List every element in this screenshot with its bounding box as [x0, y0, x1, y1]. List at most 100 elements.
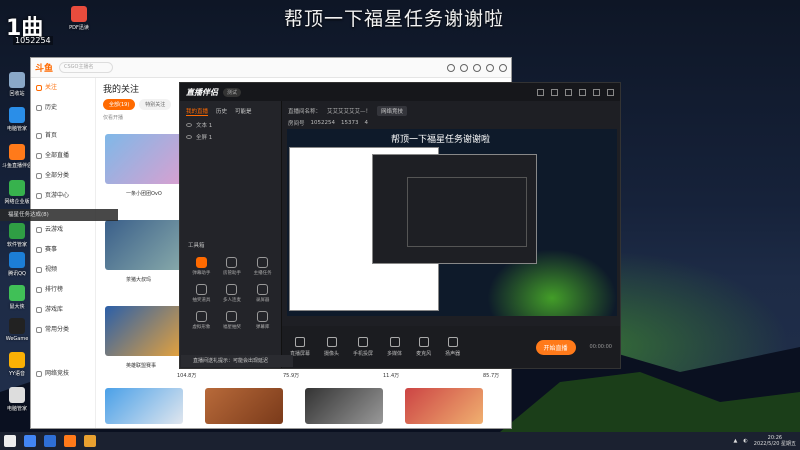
desktop-icon-wegame[interactable]: WeGame [0, 318, 34, 342]
app-icon [9, 285, 25, 301]
menu-icon[interactable] [565, 88, 572, 96]
sidebar-item-webgames[interactable]: 页游中心 [31, 186, 95, 206]
tab-other[interactable]: 可能是 [235, 107, 252, 116]
camera-icon [326, 337, 337, 347]
douyu-icon[interactable] [64, 435, 76, 447]
sidebar-item-home[interactable]: 首页 [31, 126, 95, 146]
live-titlebar: 直播伴侣 测试 [180, 83, 620, 101]
toolbox-title: 工具箱 [188, 243, 205, 249]
camera-button[interactable]: 摄像头 [324, 337, 339, 357]
tool-task[interactable]: 主播任务 [247, 257, 278, 276]
stream-title[interactable]: 艾艾艾艾艾艾—！ [327, 107, 371, 115]
microphone-button[interactable]: 麦克风 [416, 337, 431, 357]
stream-caption[interactable]: 英雄联盟赛事 [126, 362, 156, 369]
desktop-icon-pcmgr2[interactable]: 电脑管家 [0, 387, 34, 412]
start-live-button[interactable]: 开始直播 [535, 339, 576, 355]
minimize-icon[interactable] [579, 88, 586, 96]
stream-thumbnail[interactable] [305, 388, 383, 424]
maximize-icon[interactable] [593, 88, 600, 96]
browser-header: 斗鱼 CSGO主播名 [31, 58, 511, 78]
stream-thumbnail[interactable] [105, 220, 183, 270]
sidebar-item-categories[interactable]: 全部分类 [31, 166, 95, 186]
settings-icon[interactable] [499, 63, 507, 72]
desktop-icon-pdf[interactable]: PDF迅读 [62, 6, 96, 31]
tool-danmu-lib[interactable]: 弹幕库 [247, 311, 278, 330]
download-icon[interactable] [460, 63, 468, 72]
live-companion-window[interactable]: 直播伴侣 测试 我的直播 历史 可能是 文本 1 全屏 1 工具箱 弹幕助手 房… [179, 82, 621, 369]
message-icon[interactable] [473, 63, 481, 72]
media-button[interactable]: 多媒体 [387, 337, 402, 357]
sidebar-item-events[interactable]: 赛事 [31, 240, 95, 260]
windows-taskbar: ▲ ◐ 20:26 2022/5/20 星期五 [0, 432, 800, 450]
desktop-icon-pcmgr[interactable]: 电脑管家 [0, 107, 34, 132]
stream-thumbnail[interactable] [405, 388, 483, 424]
app-icon [9, 223, 25, 239]
stream-caption[interactable]: 一条小团团OvO [126, 190, 162, 197]
sidebar-item-follow[interactable]: 关注 [31, 78, 95, 98]
tool-danmu[interactable]: 弹幕助手 [186, 257, 217, 276]
douyu-logo[interactable]: 斗鱼 [35, 61, 53, 74]
notice-bar[interactable]: 直播间送礼提示：可能会出现延迟 [181, 355, 293, 367]
sidebar-item-history[interactable]: 历史 [31, 98, 95, 118]
cloud-icon [36, 227, 42, 233]
tool-admin[interactable]: 房管助手 [217, 257, 248, 276]
sidebar-esports[interactable]: 网络竞技 [31, 364, 95, 384]
tab-all[interactable]: 全部(19) [103, 99, 136, 110]
screen-capture-button[interactable]: 直播屏幕 [290, 337, 310, 357]
history-icon[interactable] [447, 63, 455, 72]
user-icon [226, 257, 238, 268]
app-logo: 直播伴侣 [186, 87, 218, 97]
browser-icon[interactable] [24, 435, 36, 447]
volume-icon[interactable]: ◐ [743, 438, 747, 444]
sidebar-item-all-live[interactable]: 全部直播 [31, 146, 95, 166]
stream-thumbnail[interactable] [205, 388, 283, 424]
grid-icon [36, 173, 42, 179]
tab-special[interactable]: 特别关注 [139, 99, 172, 110]
room-label: 房间号 [288, 121, 305, 127]
pdf-icon [71, 6, 87, 22]
network-icon[interactable]: ▲ [734, 438, 738, 444]
tool-recorder[interactable]: 录屏器 [247, 284, 278, 303]
eye-icon[interactable] [186, 135, 192, 139]
stream-caption[interactable]: 茶猪大叔玛 [126, 276, 151, 283]
sidebar-item-rank[interactable]: 排行榜 [31, 280, 95, 300]
category-pill[interactable]: 网络竞技 [377, 106, 408, 116]
avatar[interactable] [486, 63, 494, 72]
search-input[interactable]: CSGO主播名 [59, 62, 114, 73]
desktop-icon-qq[interactable]: 腾讯QQ [0, 252, 34, 277]
live-companion-icon[interactable] [84, 435, 96, 447]
desktop-icon-net[interactable]: 网络企业版 [0, 180, 34, 205]
tab-my-live[interactable]: 我的直播 [186, 107, 209, 116]
windows-start-icon[interactable] [4, 435, 16, 447]
desktop-icon-mouse[interactable]: 鼠大侠 [0, 285, 34, 310]
floating-task-bar[interactable]: 福星任务达成(8) [0, 209, 118, 221]
close-icon[interactable] [607, 88, 614, 96]
stream-thumbnail[interactable] [105, 388, 183, 424]
desktop-icon-douyu[interactable]: 斗鱼直播伴侣 [0, 144, 34, 169]
stream-thumbnail[interactable] [105, 134, 183, 184]
mail-icon[interactable] [551, 88, 558, 96]
desktop-icon-soft[interactable]: 软件管家 [0, 223, 34, 248]
taskbar-app-icon[interactable] [44, 435, 56, 447]
stream-overlay-title: 帮顶一下福星任务谢谢啦 [284, 8, 505, 30]
tool-multi-mic[interactable]: 多人连麦 [217, 284, 248, 303]
speaker-button[interactable]: 扬声器 [445, 337, 460, 357]
desktop-icon-recycle[interactable]: 回收站 [0, 72, 34, 97]
phone-cast-button[interactable]: 手机投屏 [353, 337, 373, 357]
sidebar-common-categories[interactable]: 常用分类 [31, 320, 95, 340]
room-number: 1052254 [310, 120, 336, 126]
clock[interactable]: 20:26 2022/5/20 星期五 [754, 435, 796, 447]
desktop-icon-yy[interactable]: YY语音 [0, 352, 34, 377]
tool-lottery[interactable]: 抽奖道具 [186, 284, 217, 303]
source-item[interactable]: 全屏 1 [180, 131, 281, 143]
gift-icon[interactable] [537, 88, 544, 96]
stream-thumbnail[interactable] [105, 306, 183, 356]
sidebar-item-video[interactable]: 视频 [31, 260, 95, 280]
sidebar-item-gamelib[interactable]: 游戏库 [31, 300, 95, 320]
tool-avatar[interactable]: 虚拟形象 [186, 311, 217, 330]
eye-icon[interactable] [186, 123, 192, 127]
tool-fuxing[interactable]: 福星抽奖 [217, 311, 248, 330]
source-item[interactable]: 文本 1 [180, 119, 281, 131]
tab-history[interactable]: 历史 [216, 107, 227, 116]
sidebar-item-cloudgame[interactable]: 云游戏 [31, 220, 95, 240]
